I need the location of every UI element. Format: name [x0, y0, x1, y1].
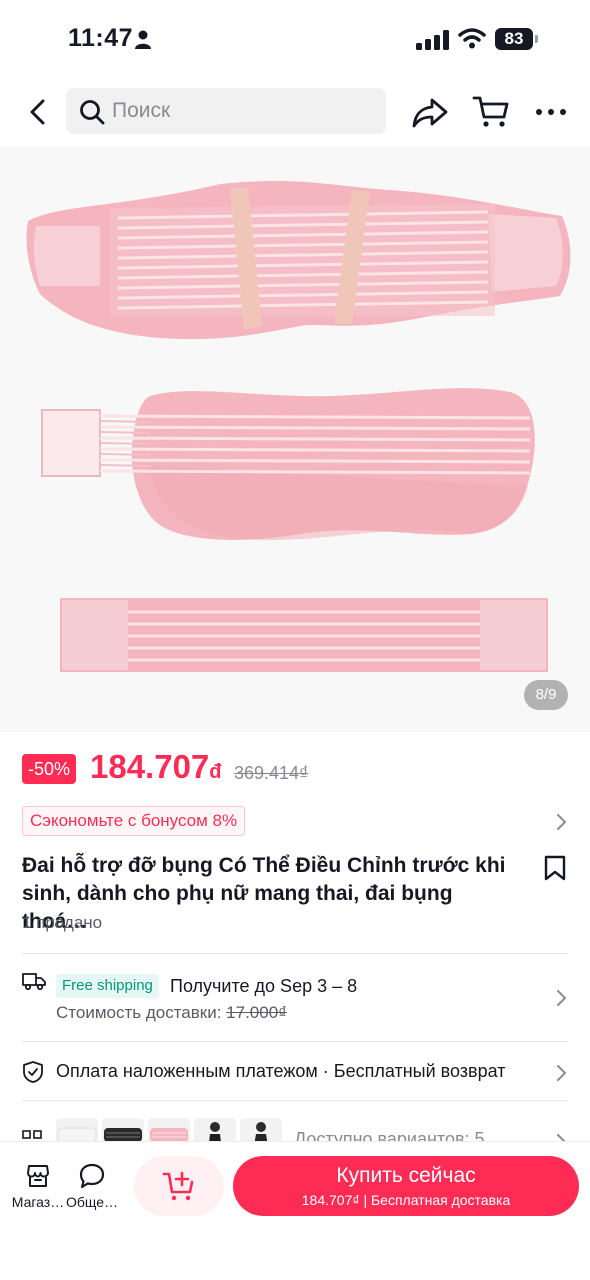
chat-button[interactable]: Обще…: [62, 1160, 122, 1220]
add-to-cart-icon: [162, 1171, 194, 1201]
current-price-value: 184.707: [90, 748, 210, 785]
battery-level: 83: [495, 28, 533, 50]
status-time: 11:47: [68, 24, 134, 52]
belt-image-middle: [41, 388, 535, 541]
truck-icon: [22, 973, 46, 991]
payment-row[interactable]: Оплата наложенным платежом · Бесплатный …: [22, 1058, 572, 1088]
divider: [22, 953, 568, 954]
back-icon[interactable]: [22, 96, 54, 128]
product-image-gallery[interactable]: 8/9: [0, 146, 590, 732]
status-bar: 11:47 83: [0, 0, 590, 80]
shop-icon: [27, 1165, 49, 1187]
delivery-estimate: Получите до Sep 3 – 8: [170, 976, 358, 996]
bookmark-icon[interactable]: [542, 854, 568, 882]
free-shipping-tag: Free shipping: [56, 974, 159, 998]
divider: [22, 1100, 568, 1101]
share-icon[interactable]: [410, 94, 450, 130]
cart-icon[interactable]: [472, 94, 510, 130]
search-icon: [80, 100, 105, 125]
chat-bubble-icon: [79, 1163, 105, 1189]
search-placeholder: Поиск: [112, 99, 171, 122]
price-row: -50% 184.707đ 369.414₫: [22, 748, 572, 792]
battery-indicator: 83: [495, 28, 539, 50]
sold-count: 1 продано: [22, 913, 103, 932]
buy-now-label: Купить сейчас: [336, 1164, 476, 1187]
buy-now-subtitle: 184.707₫ | Бесплатная доставка: [301, 1192, 511, 1208]
payment-info: Оплата наложенным платежом · Бесплатный …: [56, 1061, 506, 1081]
belt-image-top: [26, 180, 571, 340]
chevron-right-icon: [557, 1065, 567, 1081]
image-counter: 8/9: [524, 680, 568, 710]
shipping-row[interactable]: Free shipping Получите до Sep 3 – 8 Стои…: [22, 968, 572, 1028]
shield-check-icon: [23, 1061, 43, 1083]
product-image: [26, 180, 571, 672]
shipping-cost-old: 17.000₫: [226, 1003, 287, 1022]
wifi-icon: [458, 28, 486, 49]
shop-button[interactable]: Магаз…: [8, 1160, 68, 1220]
cellular-signal-icon: [416, 30, 449, 50]
top-header: Поиск: [0, 82, 590, 142]
buy-now-button[interactable]: Купить сейчас 184.707₫ | Бесплатная дост…: [233, 1156, 579, 1216]
original-price: 369.414₫: [234, 763, 309, 783]
bonus-row[interactable]: Сэкономьте с бонусом 8%: [22, 806, 572, 838]
chevron-right-icon: [557, 990, 567, 1006]
chat-label: Обще…: [65, 1194, 119, 1210]
shop-label: Магаз…: [11, 1194, 65, 1210]
current-price: 184.707đ: [90, 748, 222, 786]
bonus-tag: Сэкономьте с бонусом 8%: [22, 806, 246, 836]
add-to-cart-button[interactable]: [134, 1156, 224, 1216]
shipping-cost: Стоимость доставки: 17.000₫: [56, 1003, 287, 1023]
person-icon: [135, 30, 151, 49]
price-currency: đ: [209, 761, 222, 783]
discount-badge: -50%: [22, 754, 77, 784]
chevron-right-icon: [557, 814, 567, 830]
more-options-icon[interactable]: [534, 96, 568, 128]
divider: [22, 1041, 568, 1042]
belt-image-bottom: [60, 598, 548, 672]
battery-tip: [535, 35, 538, 43]
search-input[interactable]: Поиск: [66, 88, 386, 134]
bottom-action-bar: Магаз… Обще… Купить сейчас 184.707₫ | Бе…: [0, 1142, 590, 1280]
shipping-cost-label: Стоимость доставки:: [56, 1003, 227, 1022]
